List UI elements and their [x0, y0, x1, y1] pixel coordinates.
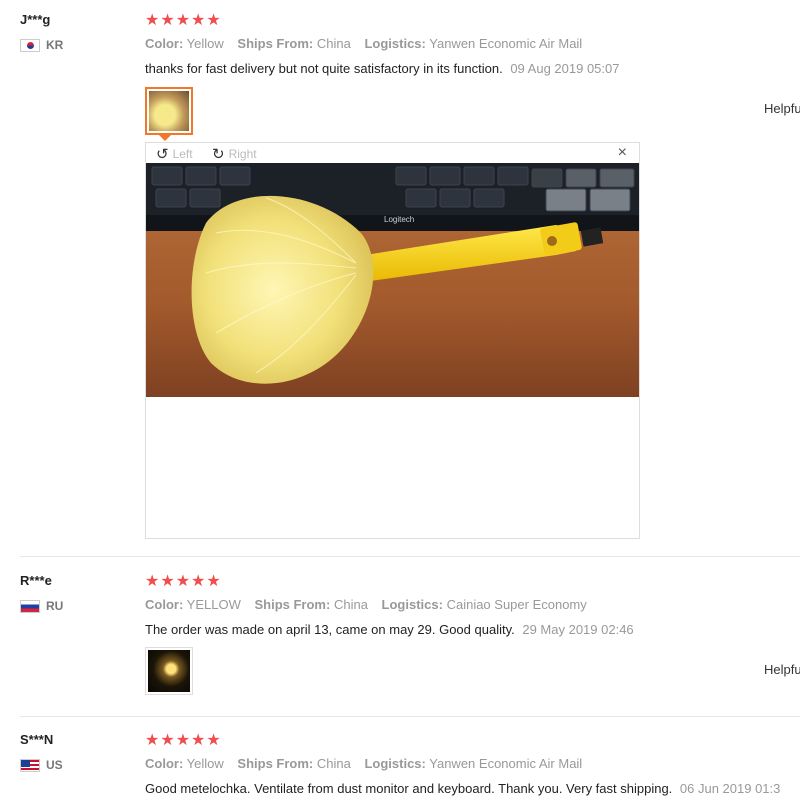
us-flag-icon — [20, 758, 40, 772]
rotate-right-button[interactable]: ↻ Right — [212, 145, 257, 163]
close-icon[interactable]: × — [618, 144, 627, 162]
ships-from-value: China — [316, 36, 351, 51]
ships-from-value: China — [316, 756, 351, 771]
star-rating: ★★★★★ — [145, 732, 222, 749]
review-date: 09 Aug 2019 05:07 — [510, 61, 620, 76]
review-body: The order was made on april 13, came on … — [145, 622, 515, 637]
kr-flag-icon — [20, 38, 40, 52]
photo-viewer: ↺ Left ↻ Right × Logitech — [145, 142, 640, 539]
star-rating: ★★★★★ — [145, 573, 222, 590]
duster-photo: Logitech — [146, 163, 639, 397]
duster-photo-thumb — [149, 91, 189, 131]
review-body: Good metelochka. Ventilate from dust mon… — [145, 781, 673, 796]
rotate-left-label: Left — [172, 147, 193, 161]
review-date: 06 Jun 2019 01:3 — [679, 781, 781, 796]
ships-from-value: China — [333, 597, 368, 612]
logistics-label: Logistics: — [364, 756, 426, 771]
reviewer-name: J***g — [20, 12, 51, 27]
logistics-value: Yanwen Economic Air Mail — [429, 756, 583, 771]
logistics-value: Cainiao Super Economy — [446, 597, 587, 612]
review-text: thanks for fast delivery but not quite s… — [145, 61, 619, 76]
logistics-label: Logistics: — [381, 597, 443, 612]
lamp-photo-thumb — [148, 650, 190, 692]
ships-from-label: Ships From: — [237, 36, 314, 51]
order-attributes: Color: Yellow Ships From: China Logistic… — [145, 36, 582, 51]
rotate-left-icon: ↺ — [156, 146, 169, 163]
logistics-label: Logistics: — [364, 36, 426, 51]
logistics-value: Yanwen Economic Air Mail — [429, 36, 583, 51]
order-attributes: Color: Yellow Ships From: China Logistic… — [145, 756, 582, 771]
reviewer-country: US — [20, 758, 63, 772]
order-attributes: Color: YELLOW Ships From: China Logistic… — [145, 597, 587, 612]
duster-hang-hole — [547, 236, 557, 246]
review-text: Good metelochka. Ventilate from dust mon… — [145, 781, 780, 796]
star-rating: ★★★★★ — [145, 12, 222, 29]
review-photo-thumbnail[interactable] — [145, 647, 193, 695]
color-label: Color: — [145, 36, 184, 51]
color-value: Yellow — [186, 36, 224, 51]
review-divider — [20, 716, 800, 717]
thumbnail-pointer — [159, 135, 171, 141]
helpful-link[interactable]: Helpfu — [764, 101, 800, 116]
country-code: KR — [46, 38, 64, 52]
ships-from-label: Ships From: — [254, 597, 331, 612]
color-value: Yellow — [186, 756, 224, 771]
rotate-left-button[interactable]: ↺ Left — [156, 145, 193, 163]
color-value: YELLOW — [186, 597, 241, 612]
duster-cap — [580, 227, 604, 247]
ships-from-label: Ships From: — [237, 756, 314, 771]
review-item: R***e RU ★★★★★ Color: YELLOW Ships From:… — [0, 565, 800, 715]
rotate-right-icon: ↻ — [212, 146, 225, 163]
review-item: J***g KR ★★★★★ Color: Yellow Ships From:… — [0, 0, 800, 556]
reviewer-name: S***N — [20, 732, 54, 747]
review-item: S***N US ★★★★★ Color: Yellow Ships From:… — [0, 724, 800, 800]
reviewer-country: KR — [20, 38, 63, 52]
reviewer-name: R***e — [20, 573, 52, 588]
color-label: Color: — [145, 756, 184, 771]
review-photo-thumbnail[interactable] — [145, 87, 193, 135]
reviewer-country: RU — [20, 599, 63, 613]
viewer-toolbar: ↺ Left ↻ Right × — [146, 143, 639, 163]
rotate-right-label: Right — [228, 147, 257, 161]
review-divider — [20, 556, 800, 557]
review-text: The order was made on april 13, came on … — [145, 622, 634, 637]
review-body: thanks for fast delivery but not quite s… — [145, 61, 503, 76]
country-code: RU — [46, 599, 64, 613]
helpful-link[interactable]: Helpfu — [764, 662, 800, 677]
color-label: Color: — [145, 597, 184, 612]
review-date: 29 May 2019 02:46 — [522, 622, 634, 637]
review-photo-large: Logitech — [146, 163, 639, 397]
country-code: US — [46, 758, 63, 772]
keyboard-brand: Logitech — [384, 215, 414, 224]
ru-flag-icon — [20, 599, 40, 613]
